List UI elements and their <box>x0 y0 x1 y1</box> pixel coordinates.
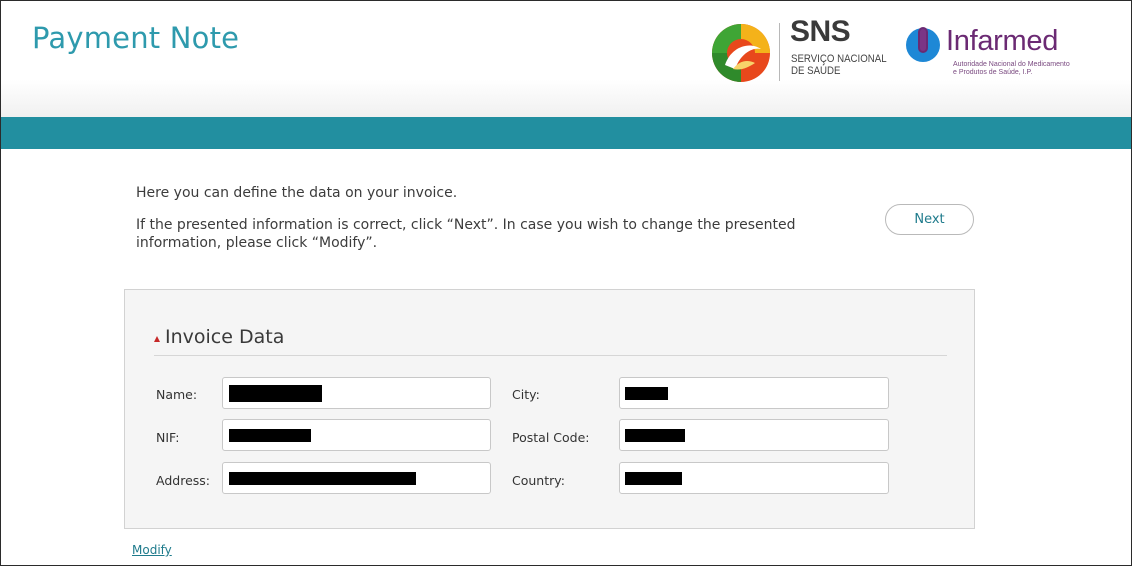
redacted-value <box>625 387 668 400</box>
sns-subtitle-line1: SERVIÇO NACIONAL <box>791 53 887 65</box>
sns-logo-subtitle: SERVIÇO NACIONAL DE SAÚDE <box>791 53 887 77</box>
redacted-value <box>625 429 685 442</box>
country-label: Country: <box>512 473 565 488</box>
nif-field[interactable] <box>222 419 491 451</box>
name-label: Name: <box>156 387 198 402</box>
sns-logo-icon <box>712 24 770 82</box>
address-field[interactable] <box>222 462 491 494</box>
page-header: Payment Note SNS SERVIÇO NACIONAL DE SAÚ… <box>1 1 1131 117</box>
intro-line-2: If the presented information is correct,… <box>136 217 796 251</box>
invoice-section-header[interactable]: Invoice Data <box>154 324 947 356</box>
intro-text: Here you can define the data on your inv… <box>136 184 796 252</box>
country-field[interactable] <box>619 462 889 494</box>
address-label: Address: <box>156 473 210 488</box>
infarmed-icon <box>906 27 940 62</box>
triangle-up-icon <box>154 336 160 342</box>
city-field[interactable] <box>619 377 889 409</box>
infarmed-logo-subtitle: Autoridade Nacional do Medicamento e Pro… <box>953 61 1070 77</box>
redacted-value <box>625 472 682 485</box>
infarmed-subtitle-line2: e Produtos de Saúde, I.P. <box>953 69 1033 76</box>
header-bar <box>1 117 1131 149</box>
logo-divider <box>779 23 780 81</box>
sns-subtitle-line2: DE SAÚDE <box>791 65 841 77</box>
infarmed-logo-title: Infarmed <box>946 25 1059 57</box>
redacted-value <box>229 472 416 485</box>
nif-label: NIF: <box>156 430 180 445</box>
sns-logo-title: SNS <box>790 15 851 48</box>
intro-line-1: Here you can define the data on your inv… <box>136 185 458 201</box>
page-title: Payment Note <box>32 21 240 55</box>
redacted-value <box>229 385 322 402</box>
next-button[interactable]: Next <box>885 204 974 235</box>
modify-link[interactable]: Modify <box>132 543 172 557</box>
redacted-value <box>229 429 311 442</box>
city-label: City: <box>512 387 540 402</box>
postal-code-field[interactable] <box>619 419 889 451</box>
invoice-data-panel: Invoice Data Name: NIF: Address: City: P… <box>124 289 975 529</box>
invoice-section-title: Invoice Data <box>165 326 285 348</box>
name-field[interactable] <box>222 377 491 409</box>
infarmed-subtitle-line1: Autoridade Nacional do Medicamento <box>953 61 1070 68</box>
postal-code-label: Postal Code: <box>512 430 590 445</box>
